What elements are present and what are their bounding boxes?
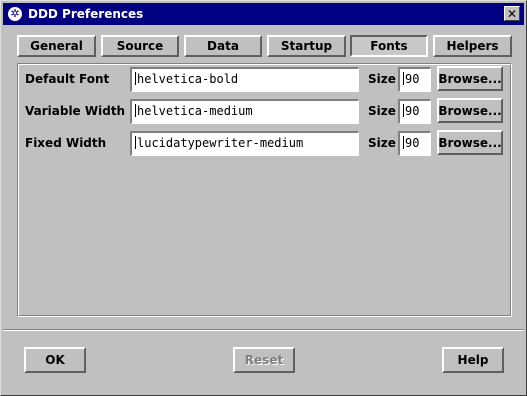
variable-width-value: helvetica-medium [137,104,253,118]
variable-width-size-value: 90 [405,104,420,118]
variable-width-browse-button[interactable]: Browse... [437,98,503,123]
default-font-size-label: Size [368,72,396,86]
variable-width-size-label: Size [368,104,396,118]
help-button[interactable]: Help [442,347,504,373]
fixed-width-browse-button[interactable]: Browse... [437,130,503,155]
fixed-width-size-value: 90 [405,136,420,150]
default-font-size-field[interactable]: 90 [398,67,431,92]
variable-width-size-field[interactable]: 90 [398,99,431,124]
default-font-field[interactable]: helvetica-bold [130,67,359,92]
tab-fonts[interactable]: Fonts [350,35,428,57]
ddd-icon: ✲ [8,7,22,21]
separator [3,329,524,331]
text-caret [135,72,136,85]
text-caret [135,136,136,149]
preferences-window: ✲ DDD Preferences ✕ General Source Data … [0,0,527,396]
text-caret [135,104,136,117]
default-font-size-value: 90 [405,72,420,86]
text-caret [403,136,404,149]
variable-width-field[interactable]: helvetica-medium [130,99,359,124]
tab-source[interactable]: Source [101,35,179,57]
default-font-label: Default Font [25,72,110,86]
tab-startup[interactable]: Startup [267,35,346,57]
fixed-width-label: Fixed Width [25,136,107,150]
ok-button[interactable]: OK [24,347,86,373]
window-title: DDD Preferences [28,7,144,21]
fixed-width-size-label: Size [368,136,396,150]
tab-general[interactable]: General [17,35,96,57]
default-font-value: helvetica-bold [137,72,239,86]
title-bar[interactable]: ✲ DDD Preferences ✕ [3,3,524,25]
fixed-width-size-field[interactable]: 90 [398,131,431,156]
close-icon[interactable]: ✕ [504,6,520,21]
variable-width-label: Variable Width [25,104,126,118]
default-font-browse-button[interactable]: Browse... [437,66,503,91]
tab-helpers[interactable]: Helpers [433,35,512,57]
tab-data[interactable]: Data [184,35,262,57]
reset-button[interactable]: Reset [233,347,295,373]
text-caret [403,72,404,85]
fixed-width-value: lucidatypewriter-medium [137,136,304,150]
fixed-width-field[interactable]: lucidatypewriter-medium [130,131,359,156]
text-caret [403,104,404,117]
